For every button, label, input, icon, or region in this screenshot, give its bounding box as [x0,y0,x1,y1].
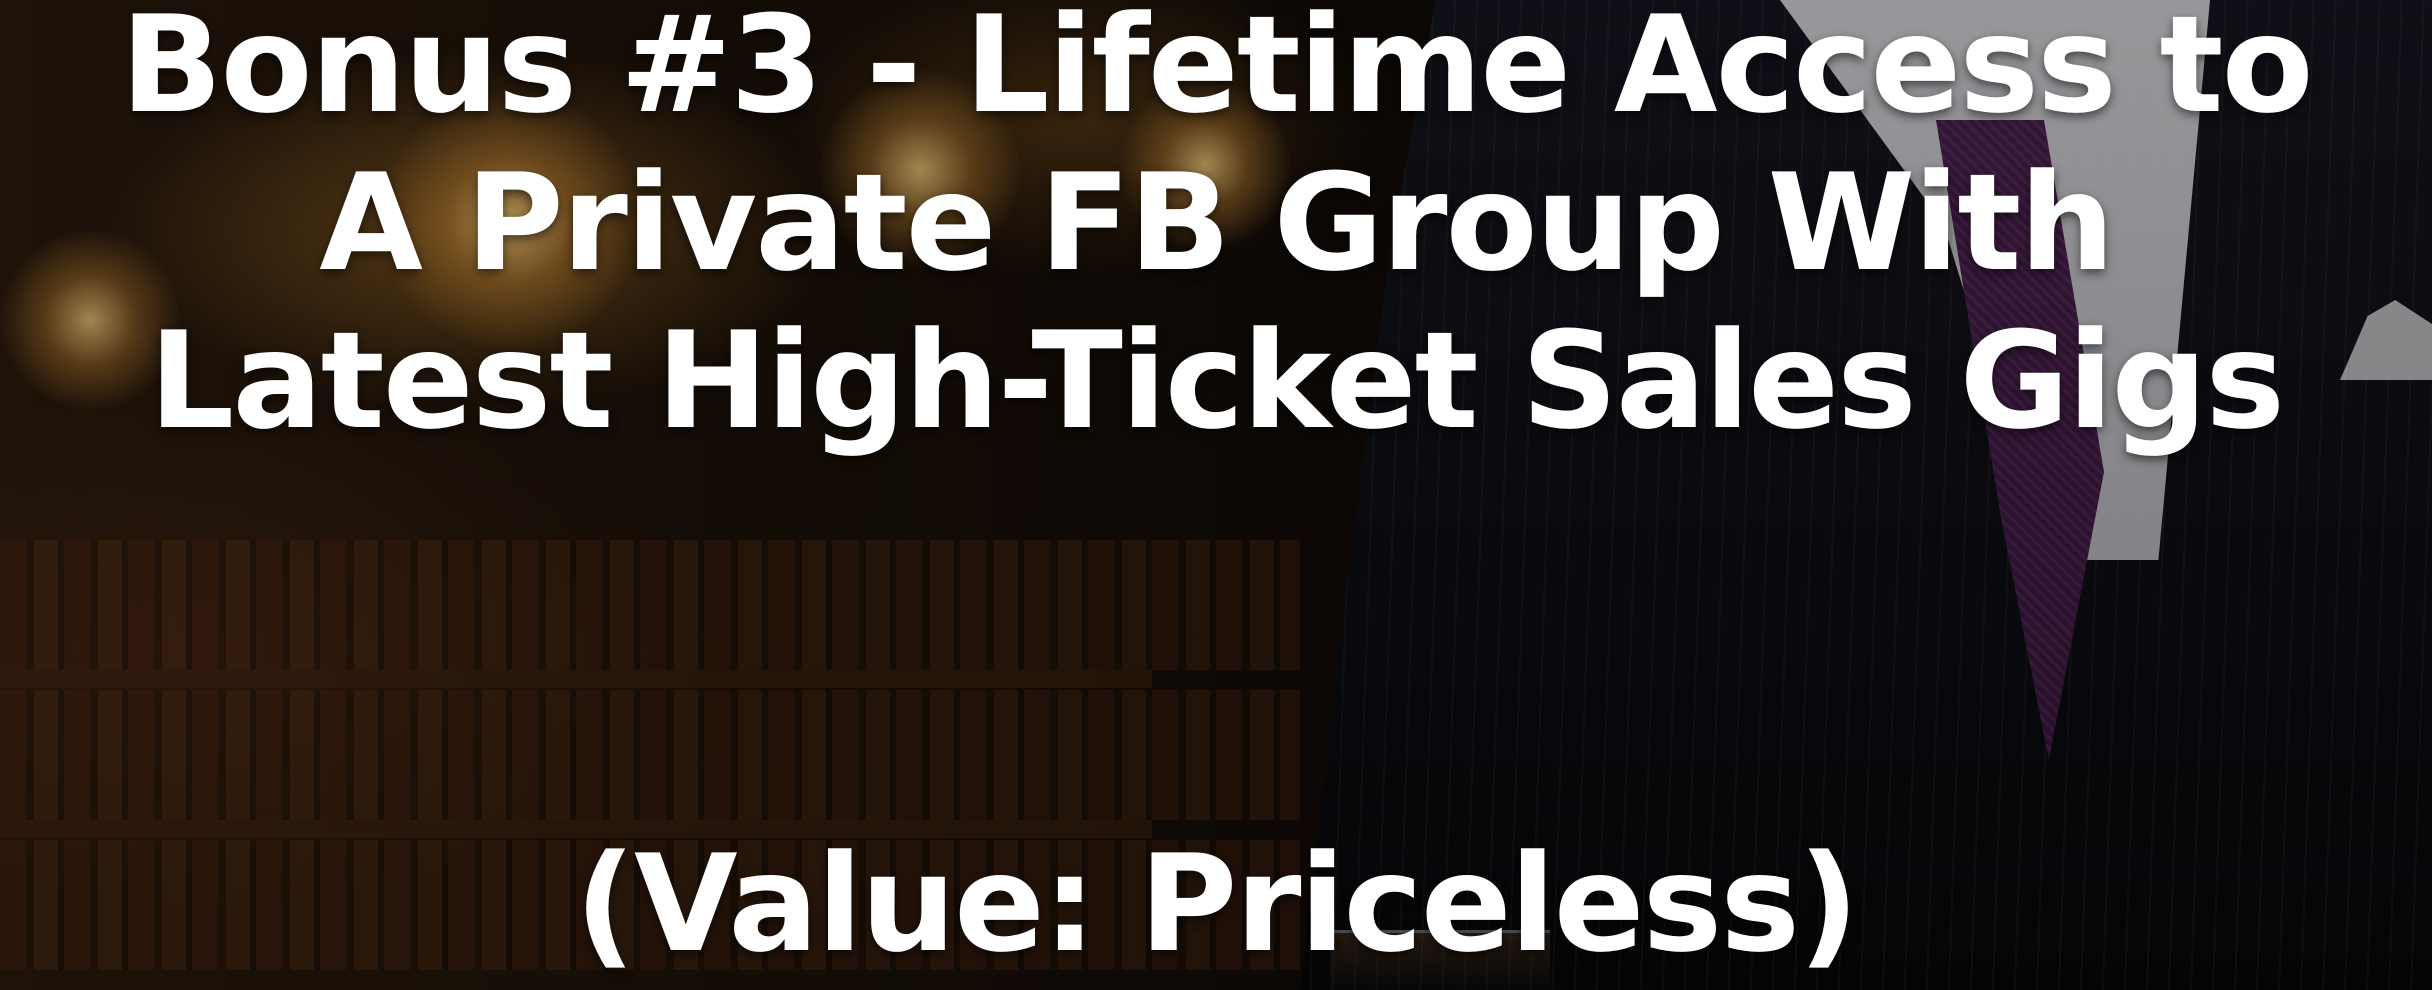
value-label: (Value: Priceless) [574,826,1860,982]
slide: Bonus #3 - Lifetime Access to A Private … [0,0,2432,990]
bonus-headline: Bonus #3 - Lifetime Access to A Private … [0,0,2432,460]
headline-line-2: A Private FB Group With [319,145,2115,301]
headline-line-3: Latest High-Ticket Sales Gigs [148,303,2285,459]
headline-line-1: Bonus #3 - Lifetime Access to [120,0,2313,143]
